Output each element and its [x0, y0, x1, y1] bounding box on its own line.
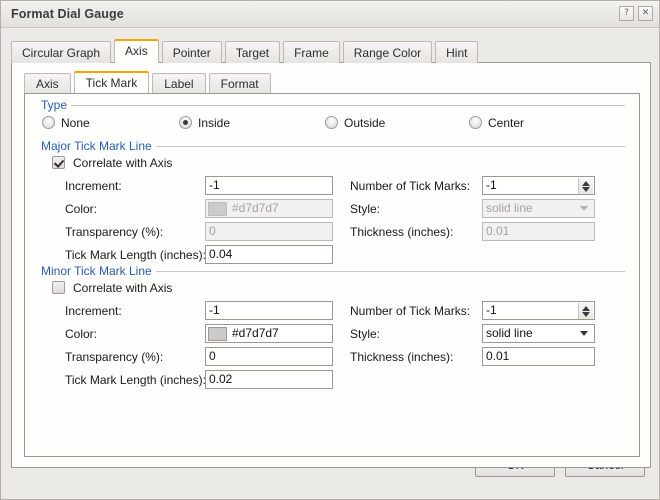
- format-dial-gauge-dialog: Format Dial Gauge ? ✕ Circular Graph Axi…: [0, 0, 660, 500]
- major-number-value: -1: [486, 178, 497, 192]
- minor-group-legend-text: Minor Tick Mark Line: [41, 264, 152, 278]
- inner-tab-format[interactable]: Format: [208, 73, 271, 94]
- radio-type-none-label: None: [61, 116, 90, 130]
- major-length-input[interactable]: 0.04: [205, 245, 333, 264]
- inner-tab-label[interactable]: Label: [152, 73, 206, 94]
- major-transparency-input[interactable]: 0: [205, 222, 333, 241]
- type-group-legend: Type: [41, 98, 625, 112]
- minor-number-spinner[interactable]: [578, 303, 593, 319]
- tab-target[interactable]: Target: [224, 41, 281, 63]
- major-color-label: Color:: [65, 202, 98, 216]
- major-style-label: Style:: [350, 202, 381, 216]
- inner-tab-tick-mark[interactable]: Tick Mark: [73, 71, 150, 94]
- minor-number-label: Number of Tick Marks:: [350, 304, 471, 318]
- radio-type-outside[interactable]: [325, 116, 338, 129]
- radio-type-outside-label: Outside: [344, 116, 386, 130]
- axis-tab-panel: Axis Tick Mark Label Format Type None In…: [11, 62, 651, 468]
- chevron-down-icon[interactable]: [580, 331, 588, 336]
- major-color-value: #d7d7d7: [232, 201, 279, 215]
- type-group-rule: [71, 104, 625, 106]
- spinner-up-icon[interactable]: [582, 305, 590, 311]
- chevron-down-icon[interactable]: [580, 206, 588, 211]
- major-color-input[interactable]: #d7d7d7: [205, 199, 333, 218]
- title-bar-buttons: ? ✕: [619, 6, 653, 21]
- radio-type-none[interactable]: [42, 116, 55, 129]
- major-transparency-label: Transparency (%):: [65, 225, 164, 239]
- major-number-input[interactable]: -1: [482, 176, 595, 195]
- minor-style-select[interactable]: solid line: [482, 324, 595, 343]
- minor-thickness-label: Thickness (inches):: [350, 350, 454, 364]
- major-thickness-label: Thickness (inches):: [350, 225, 454, 239]
- major-increment-label: Increment:: [65, 179, 122, 193]
- major-increment-input[interactable]: -1: [205, 176, 333, 195]
- minor-color-input[interactable]: #d7d7d7: [205, 324, 333, 343]
- minor-number-input[interactable]: -1: [482, 301, 595, 320]
- major-style-value: solid line: [486, 201, 533, 215]
- tab-hint[interactable]: Hint: [435, 41, 479, 63]
- major-color-swatch[interactable]: [208, 202, 227, 216]
- major-group-rule: [155, 145, 625, 147]
- major-number-spinner[interactable]: [578, 178, 593, 194]
- radio-type-inside[interactable]: [179, 116, 192, 129]
- radio-type-center[interactable]: [469, 116, 482, 129]
- major-style-select[interactable]: solid line: [482, 199, 595, 218]
- radio-type-center-label: Center: [488, 116, 525, 130]
- minor-length-label: Tick Mark Length (inches):: [65, 373, 206, 387]
- minor-thickness-input[interactable]: 0.01: [482, 347, 595, 366]
- major-number-label: Number of Tick Marks:: [350, 179, 471, 193]
- minor-correlate-label: Correlate with Axis: [73, 281, 173, 295]
- major-correlate-checkbox[interactable]: [52, 156, 65, 169]
- minor-number-value: -1: [486, 303, 497, 317]
- minor-increment-input[interactable]: -1: [205, 301, 333, 320]
- inner-tab-bar: Axis Tick Mark Label Format: [24, 71, 274, 94]
- minor-color-label: Color:: [65, 327, 98, 341]
- minor-increment-label: Increment:: [65, 304, 122, 318]
- minor-color-value: #d7d7d7: [232, 326, 279, 340]
- spinner-up-icon[interactable]: [582, 180, 590, 186]
- tab-range-color[interactable]: Range Color: [342, 41, 433, 63]
- minor-length-input[interactable]: 0.02: [205, 370, 333, 389]
- tab-axis[interactable]: Axis: [114, 39, 159, 63]
- help-icon[interactable]: ?: [619, 6, 634, 21]
- major-correlate-label: Correlate with Axis: [73, 156, 173, 170]
- minor-style-value: solid line: [486, 326, 533, 340]
- major-group-legend: Major Tick Mark Line: [41, 139, 625, 153]
- minor-style-label: Style:: [350, 327, 381, 341]
- minor-correlate-checkbox[interactable]: [52, 281, 65, 294]
- tab-pointer[interactable]: Pointer: [161, 41, 222, 63]
- title-bar: Format Dial Gauge ? ✕: [1, 1, 659, 28]
- tick-mark-panel: Type None Inside Outside Center Major Ti…: [24, 93, 640, 457]
- tab-circular-graph[interactable]: Circular Graph: [11, 41, 112, 63]
- spinner-down-icon[interactable]: [582, 311, 590, 317]
- minor-transparency-label: Transparency (%):: [65, 350, 164, 364]
- major-thickness-input[interactable]: 0.01: [482, 222, 595, 241]
- page-title: Format Dial Gauge: [11, 7, 124, 21]
- minor-transparency-input[interactable]: 0: [205, 347, 333, 366]
- minor-color-swatch[interactable]: [208, 327, 227, 341]
- dialog-body: Circular Graph Axis Pointer Target Frame…: [1, 28, 659, 499]
- inner-tab-axis[interactable]: Axis: [24, 73, 71, 94]
- minor-group-rule: [155, 270, 625, 272]
- major-group-legend-text: Major Tick Mark Line: [41, 139, 152, 153]
- major-length-label: Tick Mark Length (inches):: [65, 248, 206, 262]
- type-group-legend-text: Type: [41, 98, 68, 112]
- tab-frame[interactable]: Frame: [283, 41, 340, 63]
- close-icon[interactable]: ✕: [638, 6, 653, 21]
- spinner-down-icon[interactable]: [582, 186, 590, 192]
- outer-tab-bar: Circular Graph Axis Pointer Target Frame…: [11, 39, 481, 63]
- radio-type-inside-label: Inside: [198, 116, 231, 130]
- minor-group-legend: Minor Tick Mark Line: [41, 264, 625, 278]
